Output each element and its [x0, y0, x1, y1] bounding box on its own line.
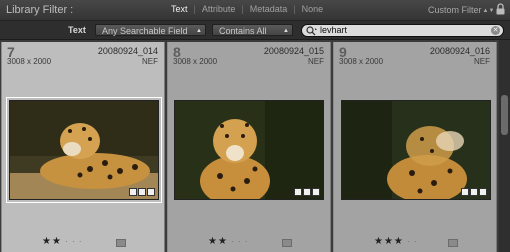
metadata-badges: [294, 188, 320, 196]
leopard-photo[interactable]: [6, 97, 162, 203]
rule-dropdown[interactable]: Contains All ▲▼: [212, 24, 293, 46]
filter-tabs: Text | Attribute | Metadata | None: [168, 4, 326, 14]
leopard-photo[interactable]: [174, 100, 324, 200]
cell-file-type: NEF: [142, 57, 158, 66]
metadata-badges: [461, 188, 487, 196]
metadata-icon[interactable]: [138, 188, 146, 196]
cell-dimensions: 3008 x 2000: [339, 57, 384, 66]
custom-filter-dropdown[interactable]: Custom Filter▲▼: [428, 5, 494, 15]
leopard-image: [10, 101, 158, 199]
search-value: levhart: [320, 25, 348, 35]
thumbnail-grid: 7 20080924_014 3008 x 2000 NEF ★★ · · · …: [0, 40, 498, 252]
text-filter-label: Text: [68, 25, 86, 35]
keyword-tag-icon[interactable]: [461, 188, 469, 196]
clear-search-icon[interactable]: ✕: [491, 26, 500, 35]
cell-file-type: NEF: [308, 57, 324, 66]
develop-adjust-icon[interactable]: [312, 188, 320, 196]
keyword-tag-icon[interactable]: [129, 188, 137, 196]
metadata-icon[interactable]: [303, 188, 311, 196]
empty-rating-dots: · · ·: [227, 237, 249, 246]
empty-rating-dots: · ·: [403, 237, 418, 246]
color-label-swatch[interactable]: [116, 239, 126, 247]
search-icon[interactable]: [306, 26, 318, 36]
searchable-field-dropdown[interactable]: Any Searchable Field ▲▼: [95, 24, 206, 46]
tab-separator: |: [241, 4, 244, 14]
cell-file-type: NEF: [474, 57, 490, 66]
leopard-image: [342, 101, 490, 199]
color-label-swatch[interactable]: [282, 239, 292, 247]
searchable-field-value: Any Searchable Field: [102, 26, 188, 36]
custom-filter-label: Custom Filter: [428, 5, 482, 15]
metadata-icon[interactable]: [470, 188, 478, 196]
tab-attribute[interactable]: Attribute: [199, 4, 239, 14]
develop-adjust-icon[interactable]: [479, 188, 487, 196]
star-rating[interactable]: ★★ · · ·: [42, 236, 83, 247]
develop-adjust-icon[interactable]: [147, 188, 155, 196]
tab-metadata[interactable]: Metadata: [247, 4, 291, 14]
thumbnail-cell[interactable]: 8 20080924_015 3008 x 2000 NEF ★★ · · ·: [167, 42, 331, 252]
keyword-tag-icon[interactable]: [294, 188, 302, 196]
cell-filename: 20080924_016: [429, 46, 490, 56]
library-filter-title: Library Filter :: [6, 4, 74, 16]
star-rating[interactable]: ★★ · · ·: [208, 236, 249, 247]
library-filter-bar: Library Filter : Text | Attribute | Meta…: [0, 0, 510, 21]
tab-text[interactable]: Text: [168, 4, 191, 14]
vertical-scrollbar[interactable]: [499, 40, 510, 252]
thumbnail-cell[interactable]: 7 20080924_014 3008 x 2000 NEF ★★ · · ·: [1, 42, 165, 252]
scrollbar-thumb[interactable]: [501, 95, 508, 135]
leopard-photo[interactable]: [341, 100, 491, 200]
updown-arrows-icon: ▲▼: [482, 8, 495, 14]
tab-separator: |: [293, 4, 296, 14]
tab-none[interactable]: None: [299, 4, 327, 14]
lock-icon[interactable]: [496, 3, 505, 15]
star-rating[interactable]: ★★★ · ·: [374, 236, 418, 247]
empty-rating-dots: · · ·: [61, 237, 83, 246]
search-input[interactable]: levhart ✕: [301, 24, 504, 37]
metadata-badges: [129, 188, 155, 196]
color-label-swatch[interactable]: [448, 239, 458, 247]
cell-dimensions: 3008 x 2000: [7, 57, 52, 66]
leopard-image: [175, 101, 323, 199]
cell-filename: 20080924_015: [263, 46, 324, 56]
tab-separator: |: [193, 4, 196, 14]
rule-value: Contains All: [219, 26, 267, 36]
cell-dimensions: 3008 x 2000: [173, 57, 218, 66]
text-filter-row: Text Any Searchable Field ▲▼ Contains Al…: [0, 21, 510, 46]
cell-filename: 20080924_014: [97, 46, 158, 56]
thumbnail-cell[interactable]: 9 20080924_016 3008 x 2000 NEF ★★★ · ·: [333, 42, 497, 252]
